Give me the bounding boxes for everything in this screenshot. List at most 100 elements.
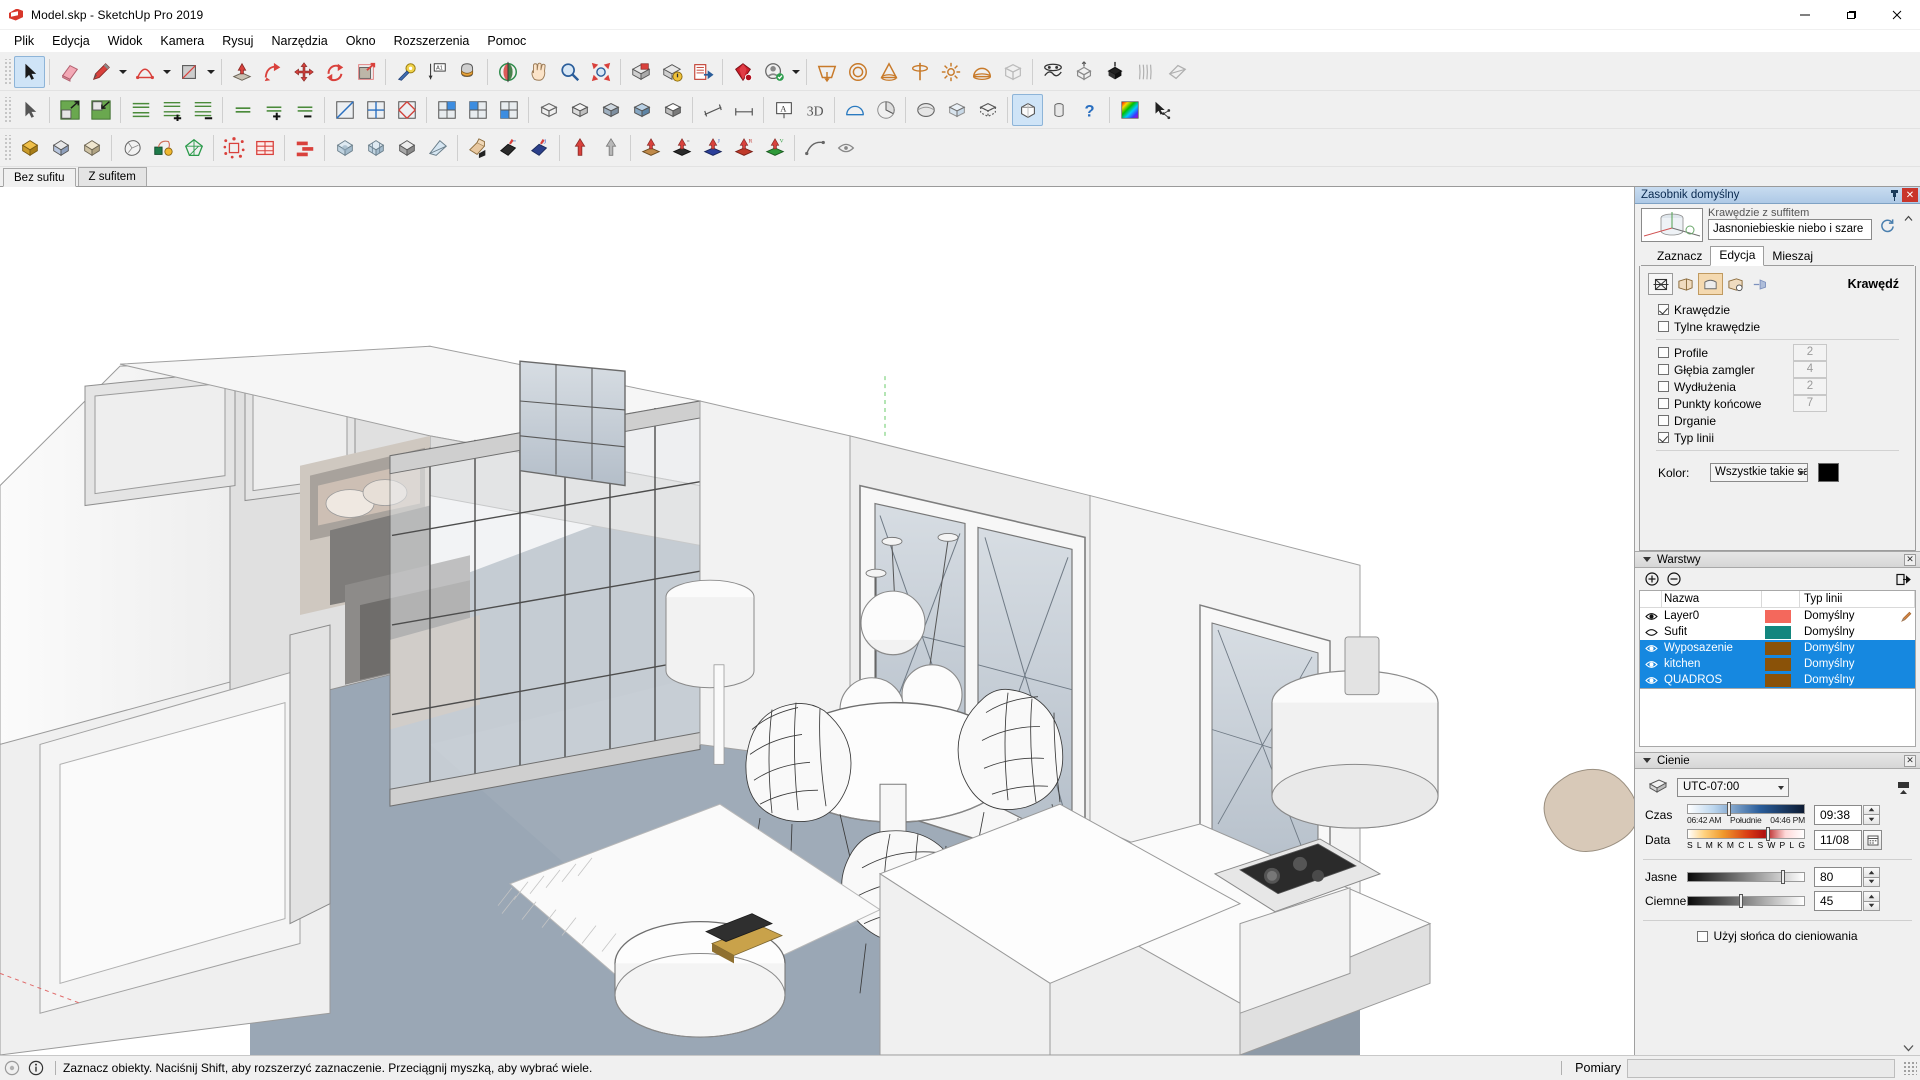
line-tool-button[interactable] <box>85 56 116 88</box>
arc-tool-button[interactable] <box>129 56 160 88</box>
info-circle-icon[interactable] <box>24 1056 48 1080</box>
dark-slider[interactable] <box>1687 894 1805 908</box>
close-icon[interactable]: ✕ <box>1902 188 1918 202</box>
solid-tool-button[interactable] <box>1043 94 1074 126</box>
select-arrow-button[interactable] <box>14 94 45 126</box>
face-quad-button[interactable] <box>360 94 391 126</box>
menu-rozszerzenia[interactable]: Rozszerzenia <box>385 31 479 51</box>
watermark-settings-icon[interactable] <box>1723 273 1748 295</box>
option-wydluzenia[interactable]: Wydłużenia 2 <box>1640 378 1915 395</box>
tray-scroll-indicator[interactable] <box>1635 1041 1920 1055</box>
layer-color-swatch[interactable] <box>1762 657 1800 671</box>
tab-edycja[interactable]: Edycja <box>1710 246 1765 266</box>
push-red-button[interactable]: R <box>728 132 759 164</box>
push-blue-button[interactable]: J <box>697 132 728 164</box>
checkbox-wydluzenia[interactable] <box>1658 381 1669 392</box>
visibility-toggle-icon[interactable] <box>1640 628 1662 637</box>
lines-add-button[interactable] <box>258 94 289 126</box>
option-glebia-zamgler[interactable]: Głębia zamgler 4 <box>1640 361 1915 378</box>
shadow-toggle-icon[interactable] <box>1645 776 1671 798</box>
checkbox-punkty-koncowe[interactable] <box>1658 398 1669 409</box>
visibility-toggle-icon[interactable] <box>1640 660 1662 669</box>
style-wire-button[interactable] <box>533 94 564 126</box>
details-arrow-icon[interactable] <box>1892 569 1914 589</box>
move-tool-button[interactable] <box>288 56 319 88</box>
close-icon[interactable]: ✕ <box>1904 553 1916 566</box>
option-drganie[interactable]: Drganie <box>1640 412 1915 429</box>
pushpull-tool-button[interactable] <box>226 56 257 88</box>
light-value-field[interactable]: 80 <box>1814 867 1862 887</box>
menu-edycja[interactable]: Edycja <box>43 31 99 51</box>
component-gold-button[interactable] <box>14 132 45 164</box>
dim-linear-button[interactable] <box>728 94 759 126</box>
close-icon[interactable]: ✕ <box>1904 754 1916 767</box>
sandbox-flip-button[interactable] <box>1161 56 1192 88</box>
layer-row-quadros[interactable]: QUADROS Domyślny <box>1640 672 1915 688</box>
chevron-down-icon[interactable] <box>116 56 129 88</box>
time-slider-thumb[interactable] <box>1727 802 1731 816</box>
value-punkty-koncowe[interactable]: 7 <box>1793 395 1827 412</box>
checkbox-use-sun[interactable] <box>1697 930 1709 942</box>
weld-button[interactable] <box>830 132 861 164</box>
time-value-field[interactable]: 09:38 <box>1814 804 1862 825</box>
toolbar-grip[interactable] <box>3 96 11 123</box>
push-green-button[interactable]: V <box>759 132 790 164</box>
rectangle-tool-button[interactable] <box>173 56 204 88</box>
light-spin-down[interactable] <box>1863 876 1880 887</box>
paint-bucket-button[interactable] <box>452 56 483 88</box>
menu-widok[interactable]: Widok <box>99 31 152 51</box>
chevron-down-icon[interactable] <box>160 56 173 88</box>
option-tylne-krawedzie[interactable]: Tylne krawędzie <box>1640 318 1915 335</box>
ruby-console-button[interactable] <box>727 56 758 88</box>
layer-color-swatch[interactable] <box>1762 625 1800 639</box>
value-glebia-zamgler[interactable]: 4 <box>1793 361 1827 378</box>
text-tool-button[interactable]: A <box>768 94 799 126</box>
plus-circle-icon[interactable] <box>1641 569 1663 589</box>
time-slider[interactable]: 06:42 AM Południe 04:46 PM <box>1687 802 1805 825</box>
dark-value-field[interactable]: 45 <box>1814 891 1862 911</box>
date-slider-thumb[interactable] <box>1766 827 1770 841</box>
modeling-settings-icon[interactable] <box>1748 273 1773 295</box>
followme-tool-button[interactable] <box>257 56 288 88</box>
menu-plik[interactable]: Plik <box>5 31 43 51</box>
dome-tool-button[interactable] <box>966 56 997 88</box>
fx1-button[interactable] <box>462 132 493 164</box>
sandbox-from-contours-button[interactable] <box>1037 56 1068 88</box>
dimension-tool-button[interactable]: A1 <box>421 56 452 88</box>
style-hidden-button[interactable] <box>564 94 595 126</box>
face-settings-icon[interactable] <box>1673 273 1698 295</box>
solid-white-button[interactable] <box>1012 93 1043 126</box>
layer-color-swatch[interactable] <box>1762 609 1800 623</box>
visibility-toggle-icon[interactable] <box>1640 676 1662 685</box>
checkbox-drganie[interactable] <box>1658 415 1669 426</box>
toolbar-grip[interactable] <box>3 134 11 161</box>
scale-tool-button[interactable] <box>350 56 381 88</box>
push-orange-button[interactable] <box>635 132 666 164</box>
checkbox-profile[interactable] <box>1658 347 1669 358</box>
pin-icon[interactable] <box>1886 188 1902 203</box>
edit-pencil-icon[interactable] <box>1897 610 1915 623</box>
table-red-button[interactable] <box>249 132 280 164</box>
use-sun-row[interactable]: Użyj słońca do cieniowania <box>1635 927 1920 949</box>
checkbox-tylne-krawedzie[interactable] <box>1658 321 1669 332</box>
export-button[interactable] <box>687 56 718 88</box>
style-name-field[interactable]: Jasnoniebieskie niebo i szare <box>1708 219 1872 240</box>
style-shaded-button[interactable] <box>595 94 626 126</box>
layer-color-swatch[interactable] <box>1762 641 1800 655</box>
push-black-button[interactable]: = <box>666 132 697 164</box>
light-slider[interactable] <box>1687 870 1805 884</box>
face-red-button[interactable] <box>391 94 422 126</box>
account-button[interactable] <box>758 56 789 88</box>
checkbox-krawedzie[interactable] <box>1658 304 1669 315</box>
timezone-select[interactable]: UTC-07:00 <box>1677 777 1789 797</box>
help-tool-button[interactable]: ? <box>1074 94 1105 126</box>
menu-narzedzia[interactable]: Narzędzia <box>262 31 336 51</box>
tab-mieszaj[interactable]: Mieszaj <box>1764 248 1821 265</box>
arrow-red-button[interactable] <box>564 132 595 164</box>
stack-add-button[interactable] <box>156 94 187 126</box>
option-profile[interactable]: Profile 2 <box>1640 344 1915 361</box>
grid-sel-button[interactable] <box>462 94 493 126</box>
checkbox-glebia-zamgler[interactable] <box>1658 364 1669 375</box>
checkbox-typ-linii[interactable] <box>1658 432 1669 443</box>
value-profile[interactable]: 2 <box>1793 344 1827 361</box>
